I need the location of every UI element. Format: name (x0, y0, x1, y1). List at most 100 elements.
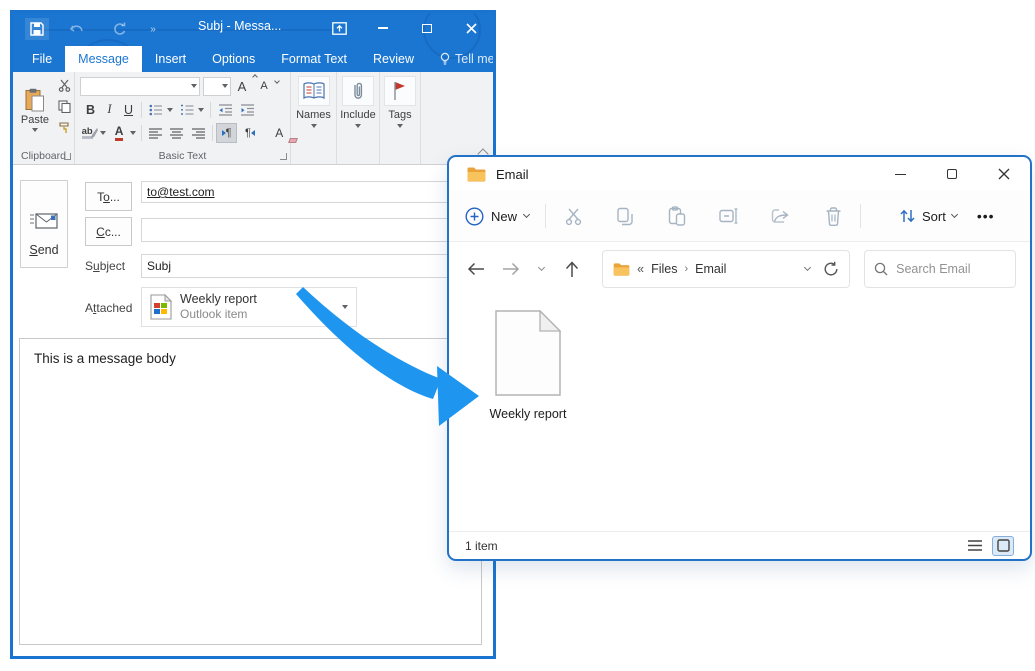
attach-file-button[interactable]: Include (337, 76, 379, 128)
attachment-chip[interactable]: Weekly report Outlook item (141, 287, 357, 327)
large-icons-view-icon[interactable] (992, 536, 1014, 556)
copy-icon[interactable] (614, 205, 636, 227)
address-bar[interactable]: « Files › Email (602, 250, 850, 288)
font-color-button[interactable]: A (108, 123, 129, 143)
italic-button[interactable]: I (100, 100, 119, 120)
ribbon-display-options-icon[interactable] (317, 13, 361, 43)
basic-text-dialog-launcher[interactable] (280, 153, 287, 160)
details-view-icon[interactable] (964, 536, 986, 556)
forward-button[interactable] (498, 256, 524, 282)
attachment-dropdown-caret[interactable] (342, 305, 348, 309)
paste-icon[interactable] (666, 205, 688, 227)
to-field[interactable]: to@test.com (141, 181, 473, 203)
align-center-button[interactable] (166, 123, 187, 143)
maximize-button[interactable] (405, 13, 449, 43)
folder-icon (613, 263, 630, 276)
bullets-button[interactable] (145, 100, 167, 120)
shrink-font-button[interactable]: A (253, 76, 275, 96)
delete-icon[interactable] (822, 205, 844, 227)
font-size-combo[interactable] (203, 77, 231, 96)
ribbon-tabs: File Message Insert Options Format Text … (13, 46, 493, 72)
search-box[interactable] (864, 250, 1016, 288)
paste-dropdown-caret (32, 128, 38, 132)
ribbon: Paste Clipboard (13, 72, 493, 165)
font-name-combo[interactable] (80, 77, 200, 96)
see-more-button[interactable]: ••• (977, 208, 995, 224)
file-item[interactable]: Weekly report (482, 310, 574, 421)
clipboard-dialog-launcher[interactable] (64, 153, 71, 160)
copy-icon[interactable] (55, 97, 73, 115)
sort-button[interactable]: Sort (899, 208, 957, 224)
lightbulb-icon (440, 52, 450, 66)
clear-formatting-button[interactable]: A (269, 123, 290, 143)
basic-text-group-label: Basic Text (75, 150, 290, 162)
decrease-indent-button[interactable] (214, 100, 236, 120)
tab-review[interactable]: Review (360, 46, 427, 72)
align-left-button[interactable] (145, 123, 166, 143)
cut-icon[interactable] (55, 76, 73, 94)
numbering-button[interactable] (176, 100, 198, 120)
folder-content: Weekly report (449, 296, 1030, 531)
format-painter-icon[interactable] (55, 118, 73, 136)
minimize-button[interactable] (874, 157, 926, 191)
right-to-left-button[interactable]: ¶ (239, 123, 260, 143)
maximize-button[interactable] (926, 157, 978, 191)
paperclip-icon (342, 76, 374, 106)
subject-field[interactable]: Subj (141, 254, 473, 278)
file-name: Weekly report (482, 407, 574, 421)
save-icon[interactable] (25, 18, 49, 40)
address-book-button[interactable]: Names (291, 76, 336, 128)
align-right-button[interactable] (187, 123, 208, 143)
paste-button[interactable]: Paste (16, 75, 54, 145)
tab-options[interactable]: Options (199, 46, 268, 72)
increase-indent-button[interactable] (236, 100, 258, 120)
include-dropdown-caret (355, 124, 361, 128)
tags-dropdown-caret (397, 124, 403, 128)
share-icon[interactable] (770, 205, 792, 227)
tab-message[interactable]: Message (65, 46, 142, 72)
close-button[interactable] (978, 157, 1030, 191)
recent-locations-chevron[interactable] (533, 256, 551, 282)
text-highlight-button[interactable]: ab (79, 123, 100, 143)
clipboard-group: Paste Clipboard (13, 72, 75, 164)
plus-circle-icon (465, 207, 484, 226)
minimize-button[interactable] (361, 13, 405, 43)
address-dropdown-chevron[interactable] (804, 264, 811, 271)
redo-icon[interactable] (107, 18, 131, 40)
paste-label: Paste (21, 114, 49, 126)
tab-format-text[interactable]: Format Text (268, 46, 360, 72)
close-button[interactable] (449, 13, 493, 43)
window-controls (317, 13, 493, 43)
include-group: Include (337, 72, 380, 164)
tags-label: Tags (388, 109, 411, 121)
rename-icon[interactable] (718, 205, 740, 227)
include-label: Include (340, 109, 375, 121)
to-recipient[interactable]: to@test.com (147, 185, 215, 199)
new-button[interactable]: New (465, 207, 529, 226)
search-input[interactable] (896, 262, 1001, 276)
cc-field[interactable] (141, 218, 473, 242)
cc-button[interactable]: Cc... (85, 217, 132, 246)
subject-value: Subj (147, 259, 171, 273)
new-label: New (491, 209, 517, 224)
up-button[interactable] (559, 256, 585, 282)
tab-tell-me[interactable]: Tell me... (427, 46, 493, 72)
qat-more-icon[interactable]: » (141, 18, 165, 40)
send-button[interactable]: Send (20, 180, 68, 268)
left-to-right-button[interactable]: ¶ (216, 123, 237, 143)
breadcrumb-email[interactable]: Email (695, 262, 726, 276)
to-button[interactable]: To... (85, 182, 132, 211)
tab-insert[interactable]: Insert (142, 46, 199, 72)
bold-button[interactable]: B (81, 100, 100, 120)
breadcrumb-overflow[interactable]: « (637, 262, 644, 276)
refresh-icon[interactable] (823, 261, 839, 277)
cut-icon[interactable] (562, 205, 584, 227)
message-body[interactable]: This is a message body (19, 338, 482, 645)
tab-file[interactable]: File (19, 46, 65, 72)
follow-up-button[interactable]: Tags (380, 76, 420, 128)
grow-font-button[interactable]: A (231, 76, 253, 96)
back-button[interactable] (463, 256, 489, 282)
breadcrumb-files[interactable]: Files (651, 262, 677, 276)
undo-icon[interactable] (65, 18, 89, 40)
underline-button[interactable]: U (119, 100, 138, 120)
